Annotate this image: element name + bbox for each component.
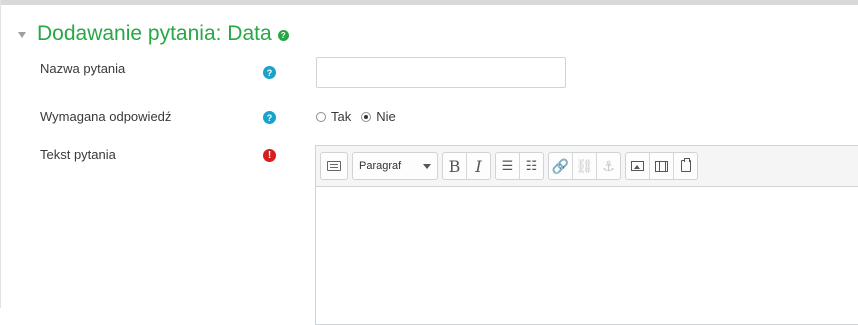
left-border [0,0,1,308]
unlink-button[interactable]: ⛓ [573,154,596,178]
image-icon [631,161,644,171]
insert-media-button[interactable] [650,154,673,178]
radio-nie-label[interactable]: Nie [376,109,396,124]
toolbar-group-style: B I [442,152,491,180]
radio-tak-label[interactable]: Tak [331,109,351,124]
chevron-down-icon [423,163,431,169]
italic-button[interactable]: I [467,154,490,178]
manage-files-button[interactable] [674,154,697,178]
section-title: Dodawanie pytania: Data [37,22,272,45]
insert-image-button[interactable] [626,154,649,178]
film-icon [655,160,668,172]
top-strip [0,0,858,5]
keyboard-icon [327,161,341,171]
bullet-list-button[interactable]: ☰ [496,154,519,178]
required-icon: ! [263,149,276,162]
paragraph-format-value: Paragraf [359,160,402,172]
bold-button[interactable]: B [443,154,466,178]
rich-text-editor: Paragraf B I ☰ ☷ 🔗 ⛓ ⚓ [315,145,858,325]
clipboard-icon [680,158,691,172]
anchor-button[interactable]: ⚓ [597,154,620,178]
toolbar-group-lists: ☰ ☷ [495,152,544,180]
toolbar-toggle-button[interactable] [321,154,347,178]
help-icon[interactable]: ? [263,111,276,124]
help-icon[interactable]: ? [277,30,289,41]
question-name-input[interactable] [316,57,566,88]
question-text-label: Tekst pytania [40,147,116,162]
toolbar-group-media [625,152,698,180]
section-header[interactable]: Dodawanie pytania: Data ? [18,22,289,46]
link-button[interactable]: 🔗 [549,154,572,178]
toolbar-group-format: Paragraf [352,152,438,180]
paragraph-format-select[interactable]: Paragraf [353,154,437,178]
help-icon[interactable]: ? [263,66,276,79]
radio-nie[interactable] [361,111,372,122]
toolbar-group-toggle [320,152,348,180]
required-answer-label: Wymagana odpowiedź [40,109,172,124]
caret-down-icon[interactable] [18,32,26,38]
editor-content-area[interactable] [316,187,858,325]
radio-tak[interactable] [316,111,326,122]
numbered-list-button[interactable]: ☷ [520,154,543,178]
question-name-label: Nazwa pytania [40,61,126,76]
editor-toolbar: Paragraf B I ☰ ☷ 🔗 ⛓ ⚓ [316,146,858,187]
toolbar-group-links: 🔗 ⛓ ⚓ [548,152,621,180]
required-answer-radio-group: Tak Nie [316,109,406,124]
